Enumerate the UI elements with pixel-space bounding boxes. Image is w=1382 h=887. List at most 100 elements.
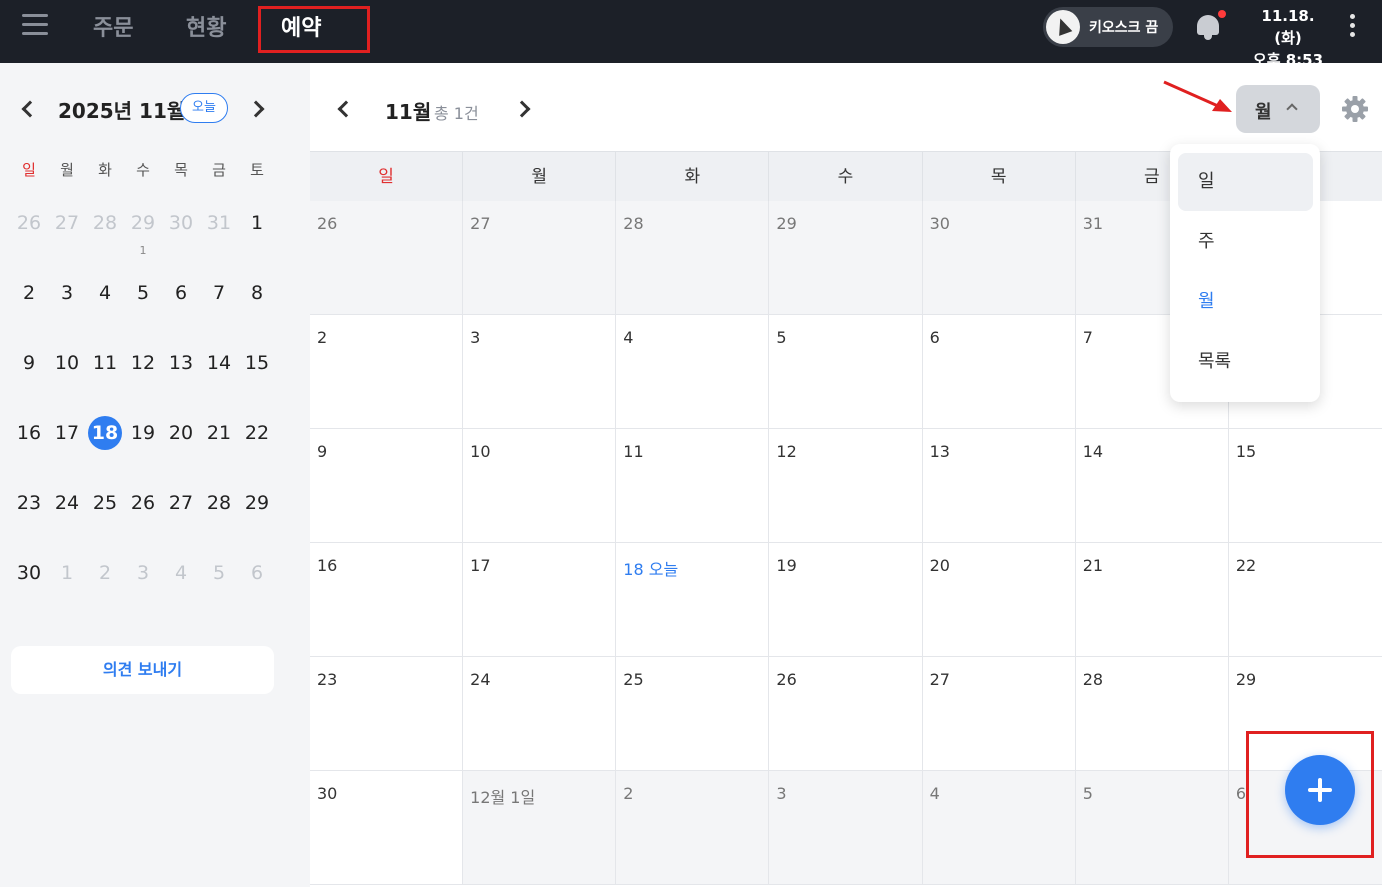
day-cell[interactable]: 24 bbox=[463, 657, 617, 770]
mini-day-cell[interactable]: 29 bbox=[238, 483, 276, 553]
mini-day-cell[interactable]: 29 1 bbox=[124, 203, 162, 273]
day-number: 28 bbox=[623, 214, 644, 233]
day-cell[interactable]: 14 bbox=[1076, 429, 1229, 542]
day-cell[interactable]: 22 bbox=[1229, 543, 1382, 656]
mini-day-cell[interactable]: 27 bbox=[162, 483, 200, 553]
day-cell[interactable]: 27 bbox=[923, 657, 1076, 770]
day-cell[interactable]: 29 bbox=[769, 201, 923, 314]
mini-day-cell[interactable]: 6 bbox=[162, 273, 200, 343]
day-cell[interactable]: 9 bbox=[310, 429, 464, 542]
mini-day-cell[interactable]: 24 bbox=[48, 483, 86, 553]
tab-order[interactable]: 주문 bbox=[93, 10, 133, 42]
mini-day-cell[interactable]: 1 bbox=[48, 553, 86, 623]
view-option-list[interactable]: 목록 bbox=[1178, 333, 1313, 391]
mini-day-cell[interactable]: 22 bbox=[238, 413, 276, 483]
next-month-button-icon[interactable] bbox=[513, 100, 531, 118]
day-cell[interactable]: 23 bbox=[310, 657, 464, 770]
mini-day-cell[interactable]: 28 bbox=[86, 203, 124, 273]
day-cell[interactable]: 17 bbox=[463, 543, 617, 656]
gear-icon[interactable] bbox=[1341, 95, 1369, 123]
day-cell[interactable]: 10 bbox=[463, 429, 617, 542]
prev-month-button-icon[interactable] bbox=[337, 100, 355, 118]
mini-day-cell[interactable]: 9 bbox=[10, 343, 48, 413]
mini-day-cell[interactable]: 2 bbox=[10, 273, 48, 343]
mini-day-cell[interactable]: 3 bbox=[124, 553, 162, 623]
menu-icon[interactable] bbox=[22, 14, 48, 38]
mini-day-cell[interactable]: 25 bbox=[86, 483, 124, 553]
day-cell[interactable]: 4 bbox=[616, 315, 770, 428]
mini-day-cell[interactable]: 15 bbox=[238, 343, 276, 413]
mini-day-cell[interactable]: 23 bbox=[10, 483, 48, 553]
day-cell[interactable]: 5 bbox=[769, 315, 923, 428]
mini-day-cell[interactable]: 17 bbox=[48, 413, 86, 483]
mini-day-cell[interactable]: 7 bbox=[200, 273, 238, 343]
mini-day-cell[interactable]: 28 bbox=[200, 483, 238, 553]
next-month-icon[interactable] bbox=[247, 100, 265, 118]
day-cell[interactable]: 13 bbox=[923, 429, 1076, 542]
mini-day-cell[interactable]: 20 bbox=[162, 413, 200, 483]
view-option-month[interactable]: 월 bbox=[1178, 273, 1313, 331]
mini-day-cell[interactable]: 11 bbox=[86, 343, 124, 413]
mini-day-cell[interactable]: 12 bbox=[124, 343, 162, 413]
day-cell[interactable]: 18 오늘 bbox=[616, 543, 770, 656]
day-cell[interactable]: 25 bbox=[616, 657, 770, 770]
mini-day-cell[interactable]: 1 bbox=[238, 203, 276, 273]
mini-day-cell[interactable]: 5 bbox=[200, 553, 238, 623]
mini-day-cell[interactable]: 16 bbox=[10, 413, 48, 483]
mini-day-cell[interactable]: 6 bbox=[238, 553, 276, 623]
mini-day-cell[interactable]: 4 bbox=[162, 553, 200, 623]
day-cell[interactable]: 12 bbox=[769, 429, 923, 542]
day-cell[interactable]: 5 bbox=[1075, 771, 1229, 884]
day-cell[interactable]: 11 bbox=[616, 429, 770, 542]
mini-day-cell[interactable]: 27 bbox=[48, 203, 86, 273]
mini-day-cell[interactable]: 21 bbox=[200, 413, 238, 483]
day-cell[interactable]: 6 bbox=[923, 315, 1076, 428]
kiosk-toggle[interactable]: 키오스크 끔 bbox=[1043, 7, 1173, 47]
week-row: 9 10 11 12 13 14 15 bbox=[310, 429, 1382, 543]
day-cell[interactable]: 3 bbox=[463, 315, 617, 428]
view-option-day[interactable]: 일 bbox=[1178, 153, 1313, 211]
mini-day-cell[interactable]: 26 bbox=[124, 483, 162, 553]
today-button[interactable]: 오늘 bbox=[180, 93, 228, 123]
mini-day-cell[interactable]: 5 bbox=[124, 273, 162, 343]
day-cell[interactable]: 26 bbox=[310, 201, 464, 314]
mini-day-cell[interactable]: 19 bbox=[124, 413, 162, 483]
mini-day-cell[interactable]: 2 bbox=[86, 553, 124, 623]
day-number: 31 bbox=[1082, 214, 1104, 233]
mini-day-cell[interactable]: 26 bbox=[10, 203, 48, 273]
day-cell[interactable]: 30 bbox=[922, 201, 1076, 314]
day-cell[interactable]: 15 bbox=[1229, 429, 1382, 542]
bell-icon[interactable] bbox=[1194, 10, 1226, 42]
mini-day-cell[interactable]: 10 bbox=[48, 343, 86, 413]
mini-day-cell[interactable]: 14 bbox=[200, 343, 238, 413]
view-mode-select[interactable]: 월 bbox=[1236, 85, 1320, 133]
day-cell[interactable]: 30 bbox=[310, 771, 464, 884]
day-cell[interactable]: 4 bbox=[922, 771, 1076, 884]
tab-status[interactable]: 현황 bbox=[186, 10, 226, 42]
mini-day-cell[interactable]: 8 bbox=[238, 273, 276, 343]
day-cell[interactable]: 28 bbox=[616, 201, 770, 314]
mini-day-cell[interactable]: 4 bbox=[86, 273, 124, 343]
day-cell[interactable]: 16 bbox=[310, 543, 464, 656]
day-cell[interactable]: 2 bbox=[310, 315, 464, 428]
mini-day-cell[interactable]: 30 bbox=[162, 203, 200, 273]
view-option-week[interactable]: 주 bbox=[1178, 213, 1313, 271]
prev-month-icon[interactable] bbox=[21, 100, 39, 118]
day-cell[interactable]: 12월 1일 bbox=[463, 771, 617, 884]
day-cell[interactable]: 26 bbox=[769, 657, 923, 770]
day-cell[interactable]: 21 bbox=[1076, 543, 1229, 656]
day-cell[interactable]: 19 bbox=[769, 543, 923, 656]
mini-day-number: 2 bbox=[22, 282, 36, 304]
mini-day-cell[interactable]: 13 bbox=[162, 343, 200, 413]
day-cell[interactable]: 2 bbox=[616, 771, 770, 884]
day-cell[interactable]: 20 bbox=[923, 543, 1076, 656]
more-options-icon[interactable] bbox=[1350, 14, 1358, 41]
mini-day-cell[interactable]: 3 bbox=[48, 273, 86, 343]
mini-day-cell[interactable]: 31 bbox=[200, 203, 238, 273]
day-cell[interactable]: 28 bbox=[1076, 657, 1229, 770]
day-cell[interactable]: 27 bbox=[463, 201, 617, 314]
mini-day-cell[interactable]: 30 bbox=[10, 553, 48, 623]
feedback-button[interactable]: 의견 보내기 bbox=[11, 646, 274, 694]
mini-day-cell[interactable]: 18 bbox=[86, 413, 124, 483]
day-cell[interactable]: 3 bbox=[769, 771, 923, 884]
